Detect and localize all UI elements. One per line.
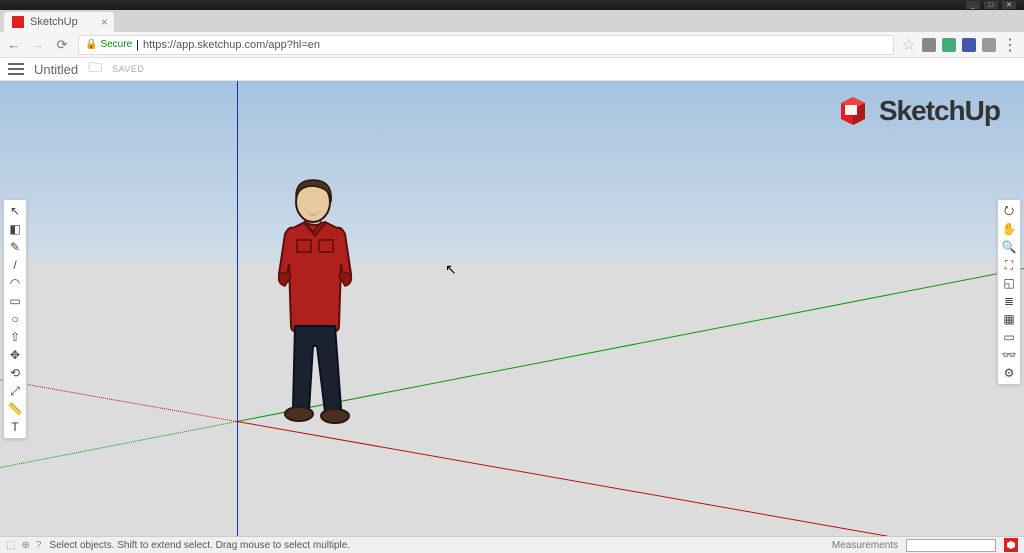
eraser-tool[interactable]: ◧ (6, 220, 24, 238)
measurements-input[interactable] (906, 539, 996, 552)
display-panel[interactable]: 👓 (1000, 346, 1018, 364)
rectangle-tool[interactable]: ▭ (6, 292, 24, 310)
ground-plane (0, 263, 1024, 536)
help-icon[interactable]: ? (36, 540, 42, 551)
select-tool[interactable]: ↖ (6, 202, 24, 220)
reload-button[interactable]: ⟳ (54, 37, 70, 53)
sketchup-logo-text: SketchUp (879, 95, 1000, 127)
menu-icon[interactable]: ⋮ (1002, 35, 1018, 55)
arc-tool[interactable]: ◠ (6, 274, 24, 292)
right-toolbar: ⭮✋🔍⛶◱≣▦▭👓⚙ (997, 199, 1021, 385)
lock-icon: 🔒 (85, 39, 97, 50)
os-taskbar: _ □ ✕ (0, 0, 1024, 10)
move-tool[interactable]: ✥ (6, 346, 24, 364)
cast-icon[interactable] (922, 38, 936, 52)
url-text: https://app.sketchup.com/app?hl=en (143, 39, 320, 51)
settings-panel[interactable]: ⚙ (1000, 364, 1018, 382)
tape-tool[interactable]: 📏 (6, 400, 24, 418)
tab-title: SketchUp (30, 16, 78, 28)
scenes-panel[interactable]: ▭ (1000, 328, 1018, 346)
url-field[interactable]: 🔒 Secure | https://app.sketchup.com/app?… (78, 35, 894, 55)
window-minimize[interactable]: _ (966, 1, 980, 9)
window-maximize[interactable]: □ (984, 1, 998, 9)
sketchup-logo-icon (835, 93, 871, 129)
window-close[interactable]: ✕ (1002, 1, 1016, 9)
browser-address-bar: ← → ⟳ 🔒 Secure | https://app.sketchup.co… (0, 32, 1024, 58)
browser-tab[interactable]: SketchUp × (4, 12, 114, 32)
folder-icon[interactable]: 🗀 (88, 57, 102, 81)
extension-icon[interactable] (962, 38, 976, 52)
pushpull-tool[interactable]: ⇧ (6, 328, 24, 346)
mouse-cursor-icon: ↖ (445, 261, 457, 278)
status-bar: ⬚ ⊕ ? Select objects. Shift to extend se… (0, 536, 1024, 553)
scale-figure[interactable] (265, 176, 365, 426)
secure-text: Secure (100, 39, 132, 50)
tab-close-icon[interactable]: × (101, 15, 108, 29)
forward-button[interactable]: → (30, 37, 46, 53)
left-toolbar: ↖◧✎/◠▭○⇧✥⟲⤢📏T (3, 199, 27, 439)
status-icon[interactable]: ⬚ (6, 540, 15, 551)
zoom-tool[interactable]: 🔍 (1000, 238, 1018, 256)
text-tool[interactable]: T (6, 418, 24, 436)
hamburger-menu[interactable] (8, 60, 24, 78)
back-button[interactable]: ← (6, 37, 22, 53)
3d-viewport[interactable]: SketchUp ↖ ↖◧✎/◠▭○⇧✥⟲⤢📏T ⭮✋🔍⛶◱≣▦▭👓⚙ (0, 81, 1024, 536)
extension-icon[interactable] (942, 38, 956, 52)
saved-status: SAVED (112, 64, 144, 74)
secure-badge: 🔒 Secure (85, 39, 132, 50)
browser-tab-bar: SketchUp × (0, 10, 1024, 32)
sketchup-logo: SketchUp (835, 93, 1000, 129)
sketchup-badge-icon[interactable] (1004, 538, 1018, 552)
app-header: Untitled 🗀 SAVED (0, 58, 1024, 81)
zoom-extents-tool[interactable]: ⛶ (1000, 256, 1018, 274)
geolocation-icon[interactable]: ⊕ (21, 540, 29, 551)
layers-panel[interactable]: ≣ (1000, 292, 1018, 310)
pan-tool[interactable]: ✋ (1000, 220, 1018, 238)
scale-tool[interactable]: ⤢ (6, 382, 24, 400)
shield-icon[interactable] (982, 38, 996, 52)
paint-tool[interactable]: ✎ (6, 238, 24, 256)
circle-tool[interactable]: ○ (6, 310, 24, 328)
status-message: Select objects. Shift to extend select. … (49, 540, 823, 551)
document-title[interactable]: Untitled (34, 62, 78, 77)
measurements-label: Measurements (832, 540, 898, 551)
sketchup-favicon-icon (12, 16, 24, 28)
components-panel[interactable]: ◱ (1000, 274, 1018, 292)
star-icon[interactable]: ☆ (902, 35, 916, 55)
line-tool[interactable]: / (6, 256, 24, 274)
orbit-tool[interactable]: ⭮ (1000, 202, 1018, 220)
extension-area: ☆ ⋮ (902, 35, 1018, 55)
rotate-tool[interactable]: ⟲ (6, 364, 24, 382)
styles-panel[interactable]: ▦ (1000, 310, 1018, 328)
